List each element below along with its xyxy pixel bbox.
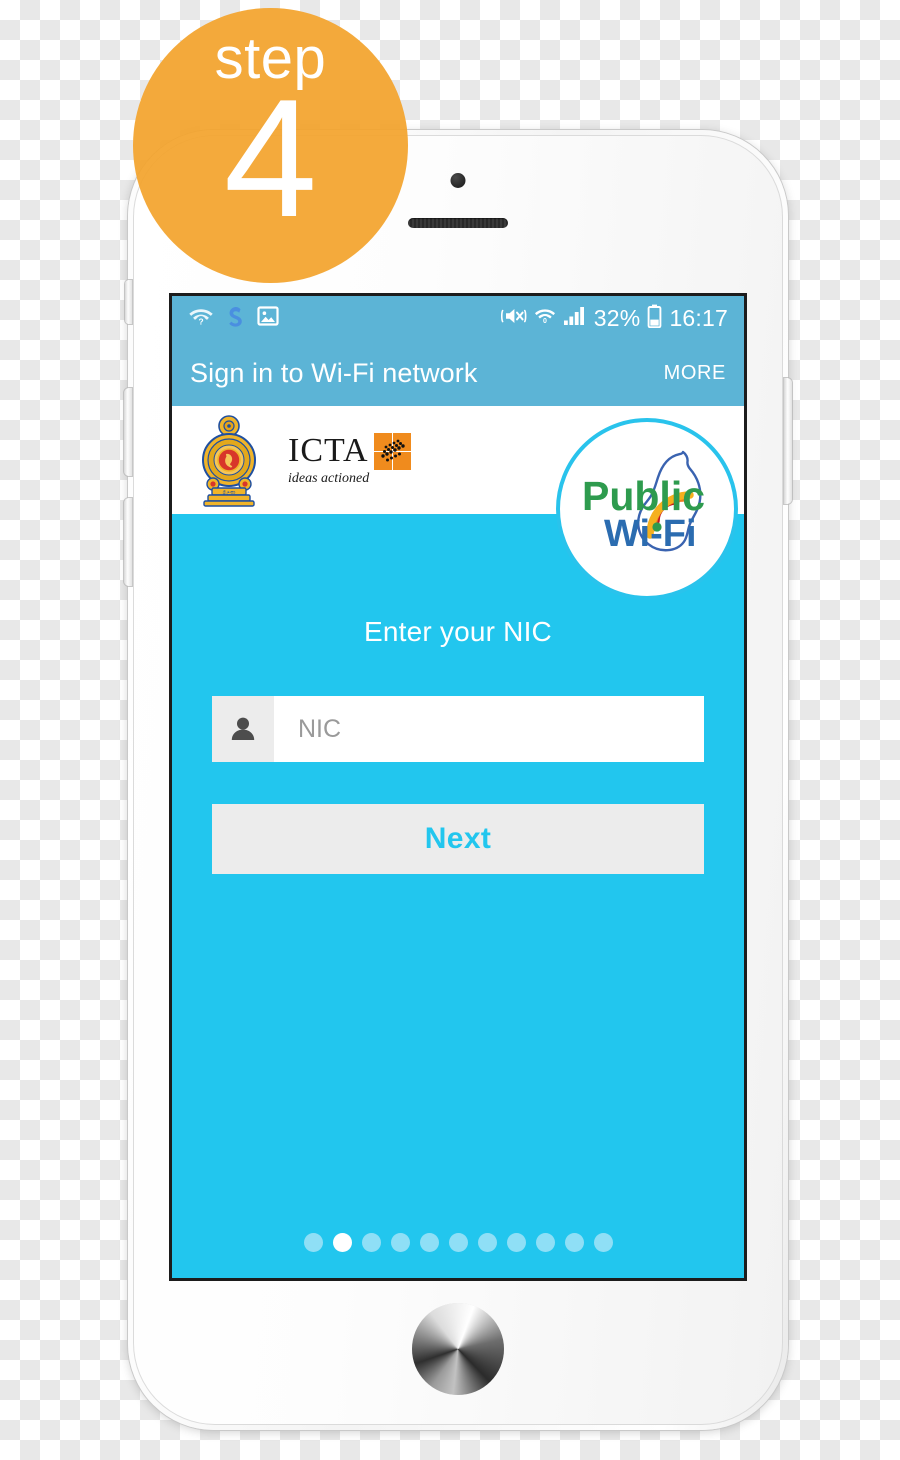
svg-text:Wi-Fi: Wi-Fi bbox=[604, 513, 697, 555]
more-menu-button[interactable]: MORE bbox=[664, 362, 726, 385]
sri-lanka-emblem-icon: ශ්‍රී ලංකා bbox=[196, 412, 262, 508]
battery-percent-label: 32% bbox=[593, 304, 641, 331]
branding-band: ශ්‍රී ලංකා ICTA bbox=[172, 406, 744, 600]
phone-screen: ? 0 32% 16:17 Sign in to Wi-Fi network M… bbox=[172, 296, 744, 1278]
mute-vibrate-icon bbox=[500, 305, 527, 332]
page-indicator-dot[interactable] bbox=[477, 1233, 497, 1252]
wifi-icon: 0 bbox=[534, 307, 556, 330]
public-wifi-logo: Public Wi-Fi bbox=[556, 418, 738, 600]
image-icon bbox=[257, 305, 279, 332]
front-camera-icon bbox=[450, 173, 466, 188]
smartphone-device: ? 0 32% 16:17 Sign in to Wi-Fi network M… bbox=[124, 130, 792, 1430]
power-button[interactable] bbox=[784, 378, 792, 504]
page-indicator-dot[interactable] bbox=[593, 1233, 613, 1252]
page-indicator-dots bbox=[172, 1233, 744, 1252]
next-button[interactable]: Next bbox=[212, 804, 704, 874]
page-indicator-dot[interactable] bbox=[390, 1233, 410, 1252]
page-indicator-dot[interactable] bbox=[535, 1233, 555, 1252]
page-indicator-dot[interactable] bbox=[448, 1233, 468, 1252]
status-bar-left-icons: ? bbox=[188, 304, 279, 333]
page-indicator-dot[interactable] bbox=[564, 1233, 584, 1252]
action-bar: Sign in to Wi-Fi network MORE bbox=[172, 340, 744, 406]
icta-wordmark: ICTA bbox=[288, 432, 369, 470]
person-icon bbox=[212, 696, 274, 762]
status-bar: ? 0 32% 16:17 bbox=[172, 296, 744, 340]
page-indicator-dot[interactable] bbox=[506, 1233, 526, 1252]
nic-field[interactable] bbox=[212, 696, 704, 762]
wifi-question-icon: ? bbox=[188, 306, 214, 331]
page-indicator-dot[interactable] bbox=[303, 1233, 323, 1252]
nic-input[interactable] bbox=[274, 696, 704, 762]
silent-switch[interactable] bbox=[125, 280, 132, 324]
icta-tagline: ideas actioned bbox=[288, 471, 370, 486]
icta-logo: ICTA ideas actioned bbox=[288, 433, 411, 487]
status-bar-clock: 16:17 bbox=[669, 304, 728, 331]
page-title: Sign in to Wi-Fi network bbox=[190, 357, 478, 388]
step-badge-number: 4 bbox=[223, 64, 318, 252]
page-indicator-dot[interactable] bbox=[332, 1233, 352, 1252]
page-indicator-dot[interactable] bbox=[419, 1233, 439, 1252]
signin-form-area: Enter your NIC Next bbox=[172, 514, 744, 1278]
icta-mark-icon bbox=[373, 433, 411, 470]
s-health-icon bbox=[224, 304, 247, 333]
signal-bars-icon bbox=[563, 305, 587, 331]
earpiece-speaker-grille bbox=[408, 218, 508, 228]
volume-down-button[interactable] bbox=[124, 498, 132, 586]
page-indicator-dot[interactable] bbox=[361, 1233, 381, 1252]
battery-icon bbox=[647, 304, 662, 333]
home-button[interactable] bbox=[412, 1303, 504, 1395]
step-badge: step 4 bbox=[133, 8, 408, 283]
volume-up-button[interactable] bbox=[124, 388, 132, 476]
status-bar-right-icons: 0 32% 16:17 bbox=[500, 304, 728, 333]
svg-text:0: 0 bbox=[543, 318, 547, 325]
svg-text:?: ? bbox=[198, 316, 203, 326]
